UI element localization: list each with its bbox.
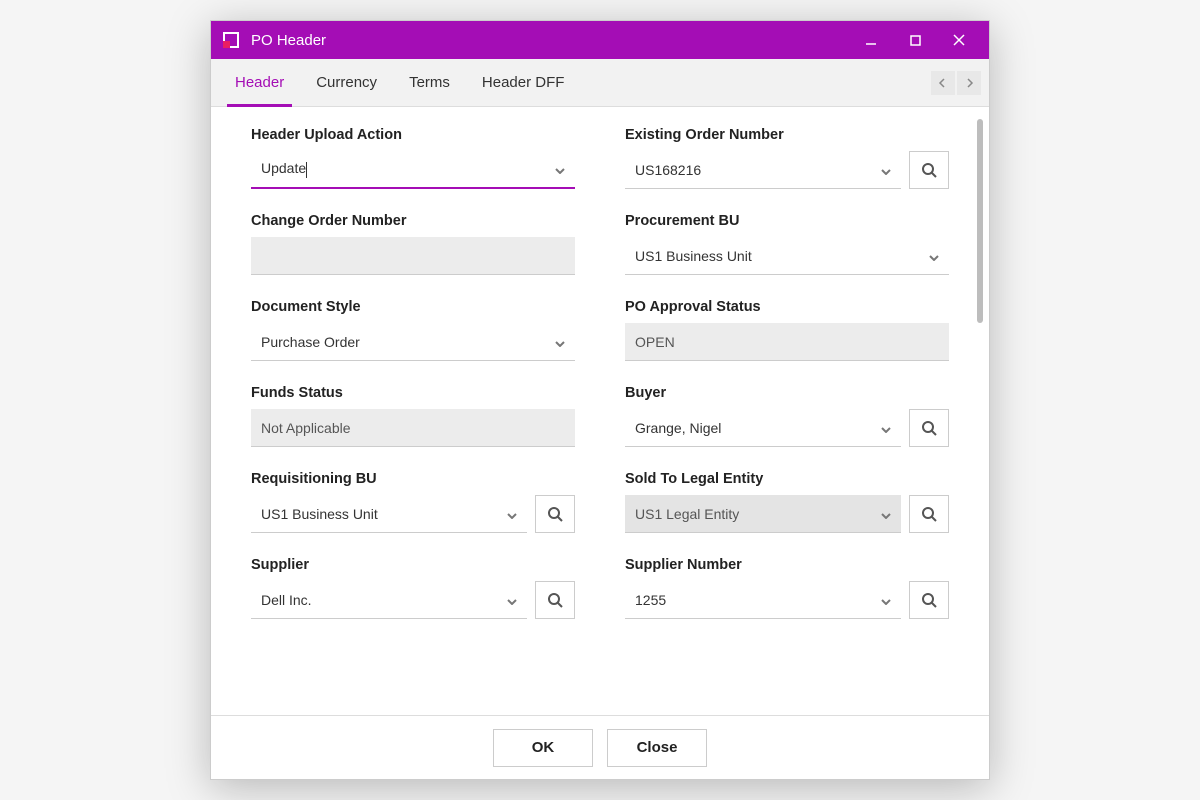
scrollbar-thumb[interactable]	[977, 119, 983, 323]
field-document-style: Document Style Purchase Order	[251, 299, 575, 361]
po-approval-status-display: OPEN	[625, 323, 949, 361]
field-value: US1 Business Unit	[635, 248, 752, 264]
header-upload-action-select[interactable]: Update	[251, 151, 575, 189]
field-buyer: Buyer Grange, Nigel	[625, 385, 949, 447]
supplier-number-select[interactable]: 1255	[625, 581, 901, 619]
requisitioning-bu-lookup[interactable]	[535, 495, 575, 533]
chevron-down-icon	[929, 248, 939, 264]
field-label: Supplier	[251, 557, 575, 573]
close-button[interactable]: Close	[607, 729, 707, 767]
field-supplier: Supplier Dell Inc.	[251, 557, 575, 619]
tab-label: Header	[235, 74, 284, 91]
field-value: US1 Legal Entity	[635, 506, 739, 522]
po-header-window: PO Header Header Currency Terms Header D…	[210, 20, 990, 780]
tab-scroll-nav	[931, 71, 981, 95]
supplier-select[interactable]: Dell Inc.	[251, 581, 527, 619]
chevron-down-icon	[881, 420, 891, 436]
field-label: Document Style	[251, 299, 575, 315]
existing-order-number-select[interactable]: US168216	[625, 151, 901, 189]
button-label: OK	[532, 739, 555, 756]
field-value: 1255	[635, 592, 666, 608]
tab-scroll-right[interactable]	[957, 71, 981, 95]
window-controls	[849, 21, 981, 59]
field-label: Procurement BU	[625, 213, 949, 229]
chevron-down-icon	[507, 506, 517, 522]
field-funds-status: Funds Status Not Applicable	[251, 385, 575, 447]
tab-label: Currency	[316, 74, 377, 91]
close-window-button[interactable]	[937, 21, 981, 59]
field-change-order-number: Change Order Number	[251, 213, 575, 275]
tab-header[interactable]: Header	[219, 59, 300, 106]
funds-status-display: Not Applicable	[251, 409, 575, 447]
field-value: Purchase Order	[261, 334, 360, 350]
field-value: US168216	[635, 162, 701, 178]
field-value: Dell Inc.	[261, 592, 312, 608]
minimize-button[interactable]	[849, 21, 893, 59]
field-label: Supplier Number	[625, 557, 949, 573]
field-value: OPEN	[635, 334, 675, 350]
chevron-down-icon	[507, 592, 517, 608]
tab-terms[interactable]: Terms	[393, 59, 466, 106]
ok-button[interactable]: OK	[493, 729, 593, 767]
titlebar: PO Header	[211, 21, 989, 59]
buyer-lookup[interactable]	[909, 409, 949, 447]
chevron-down-icon	[881, 162, 891, 178]
change-order-number-input[interactable]	[251, 237, 575, 275]
chevron-down-icon	[881, 592, 891, 608]
chevron-down-icon	[881, 506, 891, 522]
requisitioning-bu-select[interactable]: US1 Business Unit	[251, 495, 527, 533]
field-value: US1 Business Unit	[261, 506, 378, 522]
sold-to-legal-entity-lookup[interactable]	[909, 495, 949, 533]
app-icon	[223, 32, 239, 48]
supplier-lookup[interactable]	[535, 581, 575, 619]
tabbar: Header Currency Terms Header DFF	[211, 59, 989, 107]
procurement-bu-select[interactable]: US1 Business Unit	[625, 237, 949, 275]
field-value: Update	[261, 160, 306, 176]
field-label: Change Order Number	[251, 213, 575, 229]
button-label: Close	[637, 739, 678, 756]
field-procurement-bu: Procurement BU US1 Business Unit	[625, 213, 949, 275]
tab-header-dff[interactable]: Header DFF	[466, 59, 581, 106]
dialog-footer: OK Close	[211, 715, 989, 779]
sold-to-legal-entity-select[interactable]: US1 Legal Entity	[625, 495, 901, 533]
supplier-number-lookup[interactable]	[909, 581, 949, 619]
content-wrap: Header Upload Action Update Existing Ord…	[211, 107, 989, 715]
tab-currency[interactable]: Currency	[300, 59, 393, 106]
form-grid: Header Upload Action Update Existing Ord…	[251, 127, 949, 619]
window-title: PO Header	[251, 32, 849, 49]
scrollbar[interactable]	[977, 119, 983, 703]
field-value: Grange, Nigel	[635, 420, 721, 436]
chevron-down-icon	[555, 161, 565, 177]
text-cursor	[306, 162, 307, 178]
tab-scroll-left[interactable]	[931, 71, 955, 95]
field-label: Buyer	[625, 385, 949, 401]
field-label: Existing Order Number	[625, 127, 949, 143]
field-value: Not Applicable	[261, 420, 351, 436]
field-label: Funds Status	[251, 385, 575, 401]
field-label: Requisitioning BU	[251, 471, 575, 487]
field-header-upload-action: Header Upload Action Update	[251, 127, 575, 189]
existing-order-number-lookup[interactable]	[909, 151, 949, 189]
field-sold-to-legal-entity: Sold To Legal Entity US1 Legal Entity	[625, 471, 949, 533]
field-label: Sold To Legal Entity	[625, 471, 949, 487]
field-po-approval-status: PO Approval Status OPEN	[625, 299, 949, 361]
field-label: Header Upload Action	[251, 127, 575, 143]
field-supplier-number: Supplier Number 1255	[625, 557, 949, 619]
tab-label: Header DFF	[482, 74, 565, 91]
maximize-button[interactable]	[893, 21, 937, 59]
form-content: Header Upload Action Update Existing Ord…	[211, 107, 989, 715]
field-existing-order-number: Existing Order Number US168216	[625, 127, 949, 189]
field-requisitioning-bu: Requisitioning BU US1 Business Unit	[251, 471, 575, 533]
buyer-select[interactable]: Grange, Nigel	[625, 409, 901, 447]
chevron-down-icon	[555, 334, 565, 350]
field-label: PO Approval Status	[625, 299, 949, 315]
document-style-select[interactable]: Purchase Order	[251, 323, 575, 361]
tab-label: Terms	[409, 74, 450, 91]
